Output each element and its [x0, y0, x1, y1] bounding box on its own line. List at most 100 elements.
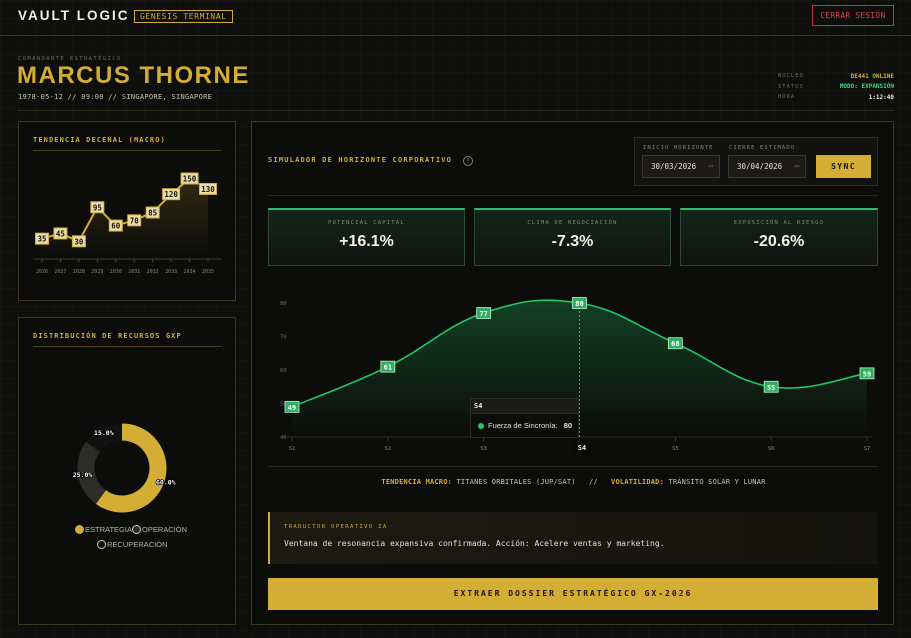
status-key: STATUS — [778, 83, 804, 90]
tooltip-title: S4 — [471, 399, 578, 414]
y-tick-label: 60 — [280, 368, 287, 374]
terminal-badge: GÉNESIS TERMINAL — [134, 10, 233, 23]
legend-label: OPERACIÓN — [142, 525, 188, 534]
chart-tooltip: S4 Fuerza de Sincronía: 80 — [470, 398, 579, 438]
start-date-value: 30/03/2026 — [651, 162, 697, 171]
x-tick-label: S7 — [864, 446, 871, 452]
tooltip-value: 80 — [563, 421, 573, 430]
data-label: 68 — [671, 340, 679, 348]
data-label: 59 — [863, 370, 871, 378]
x-tick-label: S2 — [385, 446, 392, 452]
slice-label: 15.0% — [94, 429, 114, 437]
x-tick-label: S5 — [672, 446, 679, 452]
data-label: 95 — [93, 203, 102, 212]
metric-value: -20.6% — [753, 233, 805, 250]
data-label: 30 — [74, 237, 84, 246]
metric-label: POTENCIAL CAPITAL — [328, 220, 405, 226]
translator-text: Ventana de resonancia expansiva confirma… — [284, 539, 665, 548]
macro-volatility-label: VOLATILIDAD: — [611, 478, 665, 486]
macro-trend-value: TITANES ORBITALES (JUP/SAT) — [456, 478, 576, 486]
section-divider — [268, 195, 878, 196]
data-label: 35 — [37, 235, 46, 244]
x-tick-label: S3 — [480, 446, 487, 452]
metric-value: +16.1% — [339, 233, 394, 250]
ai-translator-box: TRADUCTOR OPERATIVO IA Ventana de resona… — [268, 512, 878, 564]
divider — [18, 110, 894, 111]
slice-label: 60.0% — [156, 479, 176, 487]
x-tick-label: 2030 — [110, 269, 122, 275]
data-label: 60 — [111, 222, 121, 231]
y-tick-label: 70 — [280, 335, 287, 341]
macro-summary: TENDENCIA MACRO: TITANES ORBITALES (JUP/… — [252, 478, 895, 486]
x-tick-label: S6 — [768, 446, 775, 452]
tooltip-row: Fuerza de Sincronía: 80 — [471, 414, 578, 437]
legend-item-recuperacion[interactable]: RECUPERACIÓN — [97, 540, 167, 549]
y-tick-label: 40 — [280, 435, 287, 441]
crosshair-axis-label: S4 — [572, 438, 592, 458]
extract-dossier-button[interactable]: EXTRAER DOSSIER ESTRATÉGICO GX-2026 — [268, 578, 878, 610]
metric-label: EXPOSICIÓN AL RIESGO — [733, 220, 825, 226]
x-tick-label: 2028 — [73, 269, 85, 275]
x-tick-label: 2026 — [36, 269, 48, 275]
status-row-mode: STATUS MODO: EXPANSIÓN — [778, 82, 894, 93]
horizon-controls: INICIO HORIZONTE 30/03/2026 ▭ CIERRE EST… — [634, 137, 878, 186]
start-date-input[interactable]: 30/03/2026 ▭ — [642, 155, 720, 178]
section-divider — [268, 466, 878, 467]
end-date-value: 30/04/2026 — [737, 162, 783, 171]
data-label: 55 — [767, 384, 775, 392]
birth-data: 1978-05-12 // 09:00 // SINGAPORE, SINGAP… — [18, 93, 213, 101]
status-row-time: HORA 1:12:40 — [778, 92, 894, 103]
simulator-title: SIMULADOR DE HORIZONTE CORPORATIVO — [268, 156, 453, 164]
logout-button[interactable]: CERRAR SESIÓN — [812, 5, 894, 26]
trend-chart: 35 45 30 95 60 70 85 120 150 130 2026 2027 2028 2029 2… — [33, 172, 222, 275]
metric-label: CLIMA DE NEGOCIACIÓN — [527, 220, 618, 226]
status-value: DE441 ONLINE — [850, 72, 894, 80]
calendar-icon: ▭ — [794, 162, 799, 170]
metric-card-risk: EXPOSICIÓN AL RIESGO -20.6% — [680, 208, 878, 266]
status-key: HORA — [778, 94, 796, 101]
legend-item-estrategia[interactable]: ESTRATEGIA — [75, 525, 132, 534]
status-value: 1:12:40 — [868, 93, 894, 101]
macro-trend-label: TENDENCIA MACRO: — [381, 478, 453, 486]
y-tick-label: 80 — [280, 301, 287, 307]
data-label: 49 — [288, 404, 296, 412]
tooltip-label: Fuerza de Sincronía — [488, 421, 556, 430]
status-row-core: NUCLEO DE441 ONLINE — [778, 71, 894, 82]
user-name: MARCUS THORNE — [17, 62, 250, 89]
x-tick-label: 2029 — [91, 269, 103, 275]
legend-swatch — [132, 525, 141, 534]
series-dot-icon — [478, 422, 484, 429]
x-tick-label: 2033 — [165, 269, 177, 275]
distribution-panel: DISTRIBUCIÓN DE RECURSOS GXP 60.0% 25.0% 1… — [18, 317, 236, 625]
end-date-input[interactable]: 30/04/2026 ▭ — [728, 155, 806, 178]
x-tick-label: 2031 — [128, 269, 140, 275]
legend-swatch — [97, 540, 106, 549]
help-icon[interactable]: ? — [463, 156, 473, 166]
macro-divider: // — [588, 478, 598, 486]
x-tick-label: 2027 — [54, 269, 66, 275]
legend-item-operacion[interactable]: OPERACIÓN — [132, 525, 187, 534]
status-value: MODO: EXPANSIÓN — [839, 83, 894, 91]
tooltip-colon: : — [555, 421, 560, 430]
trend-area — [42, 178, 208, 257]
metric-card-negotiation: CLIMA DE NEGOCIACIÓN -7.3% — [474, 208, 671, 266]
data-label: 61 — [384, 364, 392, 372]
calendar-icon: ▭ — [708, 162, 713, 170]
slice-label: 25.0% — [73, 471, 93, 479]
end-date-label: CIERRE ESTIMADO — [729, 145, 796, 151]
translator-label: TRADUCTOR OPERATIVO IA — [284, 524, 388, 530]
donut-chart: 60.0% 25.0% 15.0% — [72, 423, 176, 513]
data-label: 70 — [130, 216, 140, 225]
data-label: 85 — [148, 209, 157, 218]
metric-card-capital: POTENCIAL CAPITAL +16.1% — [268, 208, 465, 266]
trend-panel: TENDENCIA DECENAL (MACRO) 35 45 30 95 60 70 85… — [18, 121, 236, 301]
brand-logo: VAULT LOGIC — [18, 8, 130, 23]
legend-label: RECUPERACIÓN — [107, 540, 168, 549]
data-label: 120 — [164, 190, 178, 199]
legend-label: ESTRATEGIA — [85, 525, 132, 534]
data-label: 80 — [575, 300, 583, 308]
x-tick-label: 2034 — [184, 269, 196, 275]
sync-button[interactable]: SYNC — [816, 155, 871, 178]
legend-swatch — [75, 525, 84, 534]
data-label: 130 — [201, 185, 215, 194]
